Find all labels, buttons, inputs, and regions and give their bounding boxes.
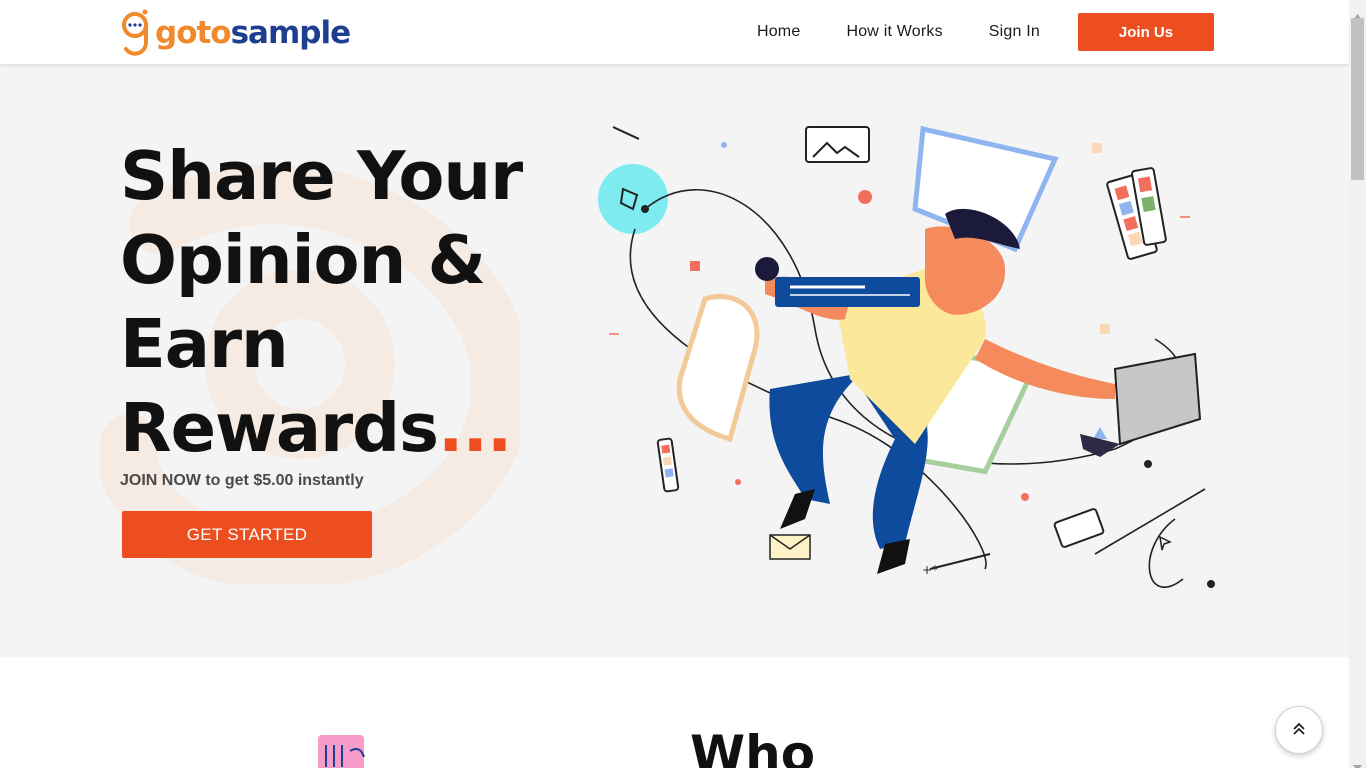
who-heading: Who bbox=[690, 725, 816, 768]
svg-text:+*: +* bbox=[922, 563, 938, 577]
hero-title-line-2: Opinion & bbox=[120, 221, 486, 299]
nav-how-it-works[interactable]: How it Works bbox=[846, 23, 942, 41]
hero-title-line-1: Share Your bbox=[120, 137, 523, 215]
logo-text: gotosample bbox=[155, 14, 352, 51]
scroll-down-arrow-icon[interactable] bbox=[1353, 756, 1362, 768]
get-started-button[interactable]: GET STARTED bbox=[122, 511, 372, 558]
scrollbar-thumb[interactable] bbox=[1351, 18, 1364, 180]
hero-title-dots: ... bbox=[438, 389, 512, 467]
hero-section: Share Your Opinion & Earn Rewards... JOI… bbox=[0, 64, 1349, 657]
hero-illustration: +* bbox=[598, 125, 1215, 588]
page-scrollbar[interactable] bbox=[1349, 0, 1366, 768]
hero-subtitle: JOIN NOW to get $5.00 instantly bbox=[120, 472, 364, 489]
who-section: Who bbox=[0, 657, 1349, 768]
page: gotosample Home How it Works Sign In Joi… bbox=[0, 0, 1366, 768]
hero-title: Share Your Opinion & Earn Rewards... bbox=[120, 134, 590, 470]
logo-text-goto: goto bbox=[155, 14, 232, 51]
nav-home[interactable]: Home bbox=[757, 23, 800, 41]
join-us-button[interactable]: Join Us bbox=[1078, 13, 1214, 51]
nav-sign-in[interactable]: Sign In bbox=[989, 23, 1040, 41]
chevron-up-icon bbox=[1291, 721, 1307, 740]
hero-title-line-4: Rewards bbox=[120, 389, 439, 467]
site-header: gotosample Home How it Works Sign In Joi… bbox=[0, 0, 1349, 64]
hero-title-line-3: Earn bbox=[120, 305, 289, 383]
scroll-to-top-button[interactable] bbox=[1275, 706, 1323, 754]
fist-icon bbox=[316, 731, 368, 768]
chat-dots-icon bbox=[121, 9, 151, 57]
logo-text-sample: sample bbox=[230, 14, 352, 51]
main-nav: Home How it Works Sign In Join Us bbox=[757, 13, 1214, 51]
logo[interactable]: gotosample bbox=[121, 8, 352, 58]
